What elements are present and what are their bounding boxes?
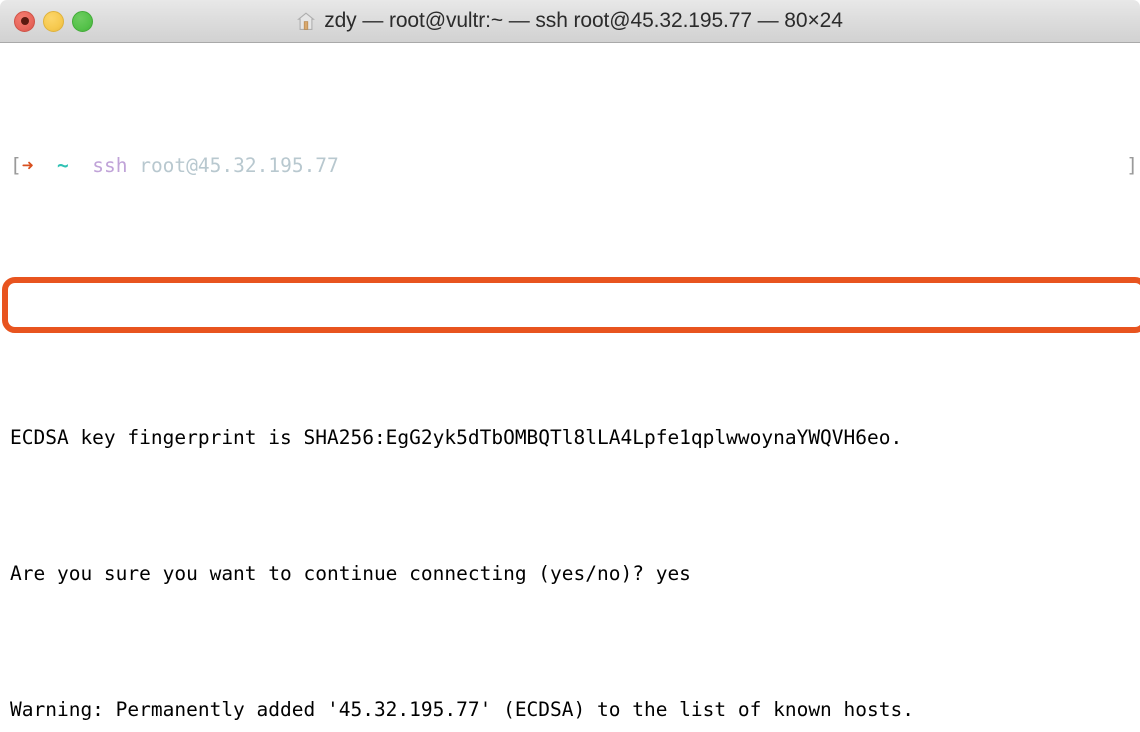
prompt-space-1: [34, 154, 57, 177]
minimize-button[interactable]: [43, 10, 64, 32]
prompt-left-marker: [: [10, 153, 22, 177]
terminal-body[interactable]: [➜ ~ ssh root@45.32.195.77] The authenti…: [0, 43, 1140, 732]
terminal-text: Are you sure you want to continue connec…: [10, 561, 691, 585]
terminal-window: zdy — root@vultr:~ — ssh root@45.32.195.…: [0, 0, 1140, 732]
terminal-screen: [➜ ~ ssh root@45.32.195.77] The authenti…: [0, 43, 1140, 732]
terminal-line-authenticity: The authenticity of host '45.32.195.77 (…: [0, 288, 1140, 315]
home-icon: [297, 11, 316, 30]
window-titlebar[interactable]: zdy — root@vultr:~ — ssh root@45.32.195.…: [0, 0, 1140, 43]
terminal-line-prompt: [➜ ~ ssh root@45.32.195.77]: [0, 152, 1140, 179]
terminal-text: The authenticity of host '45.32.195.77 (…: [10, 289, 903, 313]
prompt-arrow-icon: ➜: [21, 153, 34, 177]
terminal-line-fingerprint: ECDSA key fingerprint is SHA256:EgG2yk5d…: [0, 424, 1140, 451]
window-controls: [14, 0, 93, 42]
command-name: ssh: [92, 153, 128, 177]
close-running-indicator: [20, 17, 29, 25]
prompt-space-2: [69, 154, 92, 177]
line-wrap-marker-top: ]: [1126, 153, 1138, 177]
command-argument: root@45.32.195.77: [139, 153, 339, 177]
terminal-text: ECDSA key fingerprint is SHA256:EgG2yk5d…: [10, 425, 903, 449]
terminal-text: Warning: Permanently added '45.32.195.77…: [10, 697, 914, 721]
prompt-space-3: [127, 154, 139, 177]
terminal-line-warning: Warning: Permanently added '45.32.195.77…: [0, 696, 1140, 723]
maximize-button[interactable]: [72, 10, 93, 32]
close-button[interactable]: [14, 10, 35, 32]
prompt-cwd: ~: [56, 153, 69, 177]
title-group: zdy — root@vultr:~ — ssh root@45.32.195.…: [297, 9, 843, 33]
window-title: zdy — root@vultr:~ — ssh root@45.32.195.…: [324, 9, 843, 32]
terminal-line-confirm: Are you sure you want to continue connec…: [0, 560, 1140, 587]
